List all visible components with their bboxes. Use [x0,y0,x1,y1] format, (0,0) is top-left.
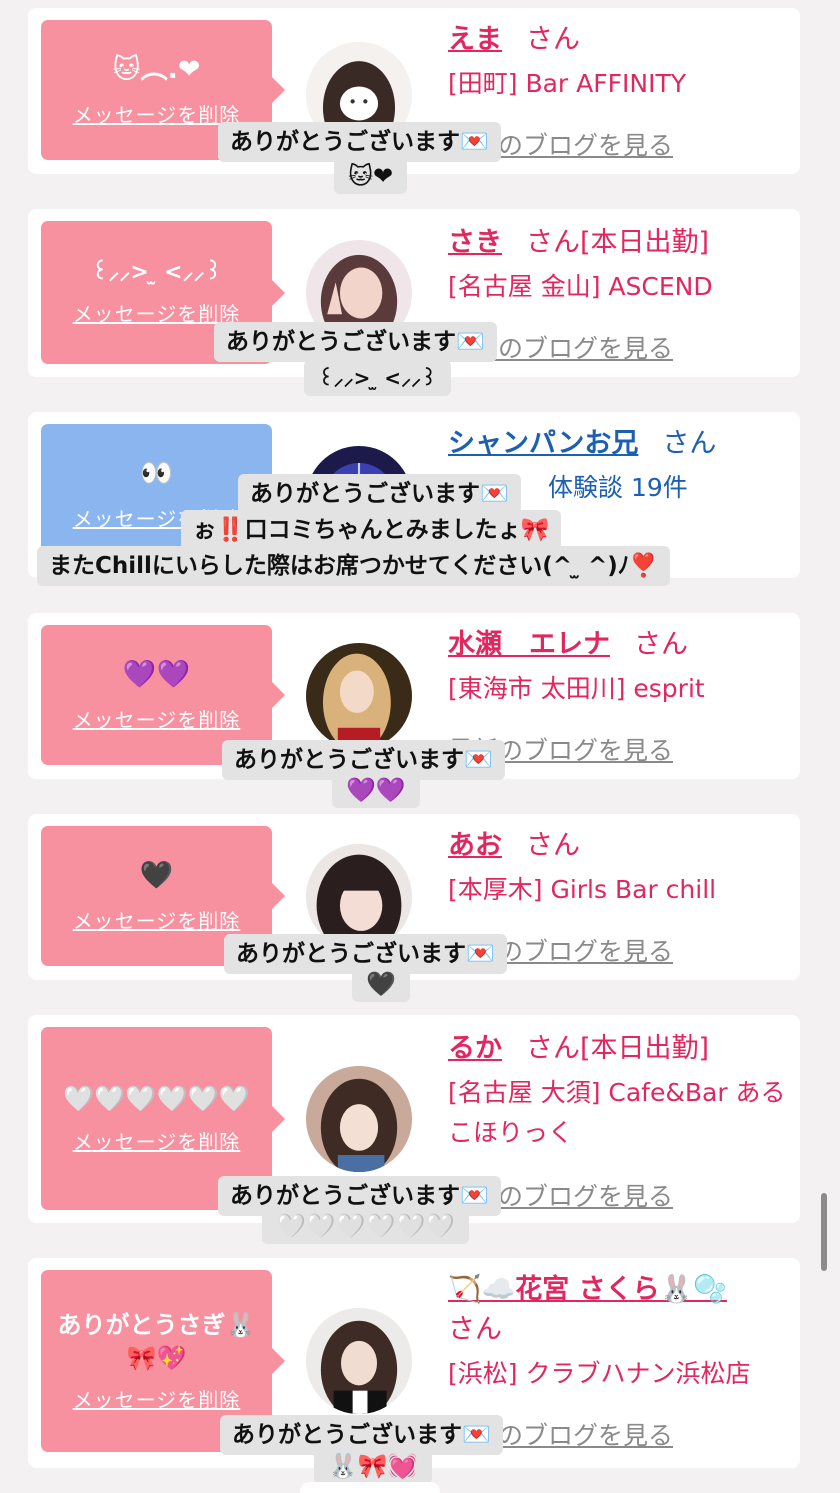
honorific: さん [526,830,580,861]
avatar[interactable] [306,1066,412,1172]
message-tooltip: ありがとうございます💌 [218,122,501,162]
honorific: さん [526,227,580,258]
delete-message-link[interactable]: メッセージを削除 [73,704,241,733]
avatar[interactable] [306,1308,412,1414]
honorific: さん [634,629,688,660]
cast-info: えま さん [田町] Bar AFFINITY [448,20,788,104]
cast-name-link[interactable]: えま [448,24,502,55]
cast-info: さき さん[本日出勤] [名古屋 金山] ASCEND [448,223,788,307]
message-tooltip-emoji: 💜💜 [332,772,420,808]
message-tooltip-emoji: 🖤 [352,966,410,1002]
shop-label: [名古屋 金山] ASCEND [448,272,713,301]
shop-label: [本厚木] Girls Bar chill [448,875,717,904]
message-tooltip-emoji: 🐰🎀💓 [314,1448,432,1484]
cast-info: あお さん [本厚木] Girls Bar chill [448,826,788,910]
shop-label: [名古屋 大須] Cafe&Bar あるこほりっく [448,1078,786,1147]
shop-label: [田町] Bar AFFINITY [448,69,687,98]
bubble-message: 👀 [139,458,174,490]
cast-name-link[interactable]: るか [448,1033,502,1064]
bubble-message: 🤍🤍🤍🤍🤍🤍 [63,1084,250,1114]
shop-label: [浜松] クラブハナン浜松店 [448,1359,751,1388]
bubble-message: 💜💜 [122,659,191,691]
message-tooltip: ありがとうございます💌 [214,322,497,362]
honorific: さん [526,24,580,55]
delete-message-link[interactable]: メッセージを削除 [73,99,241,128]
cast-name-link[interactable]: 🏹☁️花宮 さくら🐰🫧 [448,1274,727,1305]
message-tooltip-emoji: ꒰⸝⸝> ̫ <⸝⸝꒱ [304,360,451,396]
next-card-peek [300,1482,440,1493]
message-tooltip-emoji: 🐱❤ [334,158,408,194]
honorific: さん [662,428,717,459]
cast-info: 🏹☁️花宮 さくら🐰🫧 さん [浜松] クラブハナン浜松店 [448,1270,788,1394]
cast-info: るか さん[本日出勤] [名古屋 大須] Cafe&Bar あるこほりっく [448,1029,788,1153]
status-label: [本日出勤] [580,227,710,258]
avatar[interactable] [306,643,412,749]
cast-name-link[interactable]: さき [448,227,502,258]
bubble-message: ありがとうさぎ🐰🎀💖 [57,1311,256,1372]
delete-message-link[interactable]: メッセージを削除 [73,1384,241,1413]
scrollbar[interactable] [821,1193,827,1271]
shop-label: [東海市 太田川] esprit [448,674,705,703]
delete-message-link[interactable]: メッセージを削除 [73,1126,241,1155]
status-label: [本日出勤] [580,1033,710,1064]
message-tooltip-line: またChillにいらした際はお席つかせてください(^ ̫ ^)ﾉ❣️ [37,546,670,586]
cast-name-link[interactable]: シャンパンお兄 [448,428,638,459]
bubble-message: 🐱︵.❤ [112,54,201,86]
bubble-message: 🖤 [139,860,174,892]
cast-name-link[interactable]: 水瀬 エレナ [448,629,610,660]
message-tooltip-emoji: 🤍🤍🤍🤍🤍🤍 [262,1208,470,1244]
cast-info: 水瀬 エレナ さん [東海市 太田川] esprit [448,625,788,709]
cast-name-link[interactable]: あお [448,830,502,861]
honorific: さん [448,1314,502,1345]
honorific: さん [526,1033,580,1064]
message-tooltip-line: ぉ‼️口コミちゃんとみましたょ🎀 [181,510,562,550]
message-tooltip: ありがとうございます💌 [238,474,521,514]
bubble-message: ꒰⸝⸝> ̫ <⸝⸝꒱ [91,260,222,286]
delete-message-link[interactable]: メッセージを削除 [73,905,241,934]
